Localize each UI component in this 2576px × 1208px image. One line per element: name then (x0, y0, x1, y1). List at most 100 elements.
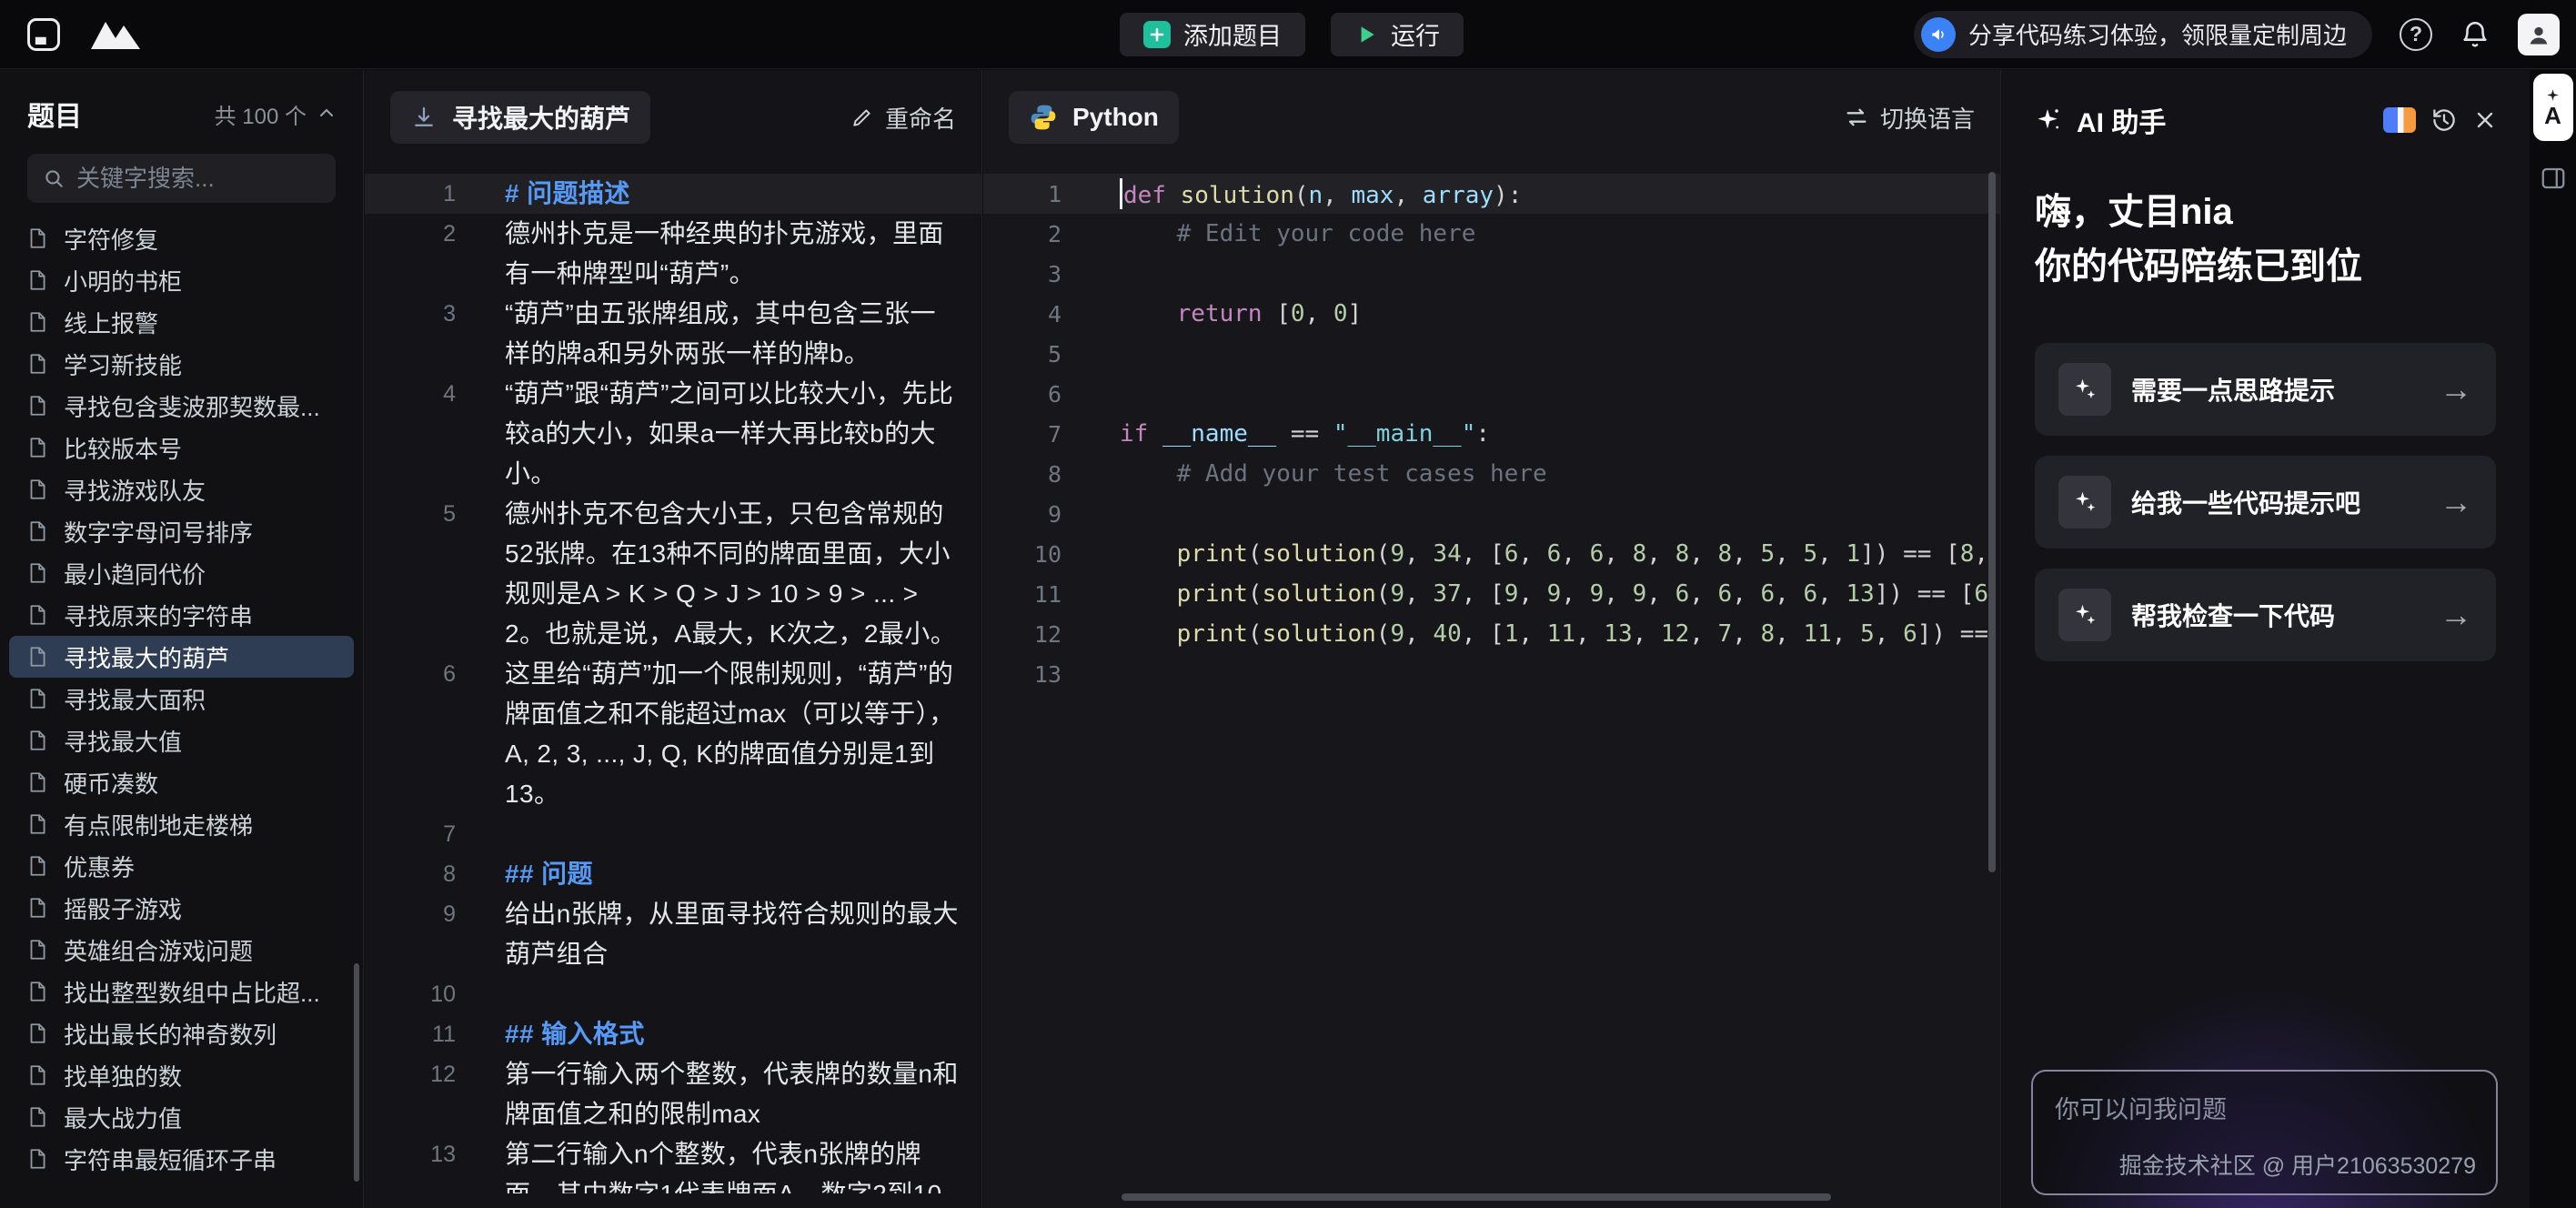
help-icon[interactable]: ? (2400, 18, 2432, 51)
line-number: 9 (983, 501, 1062, 528)
code-token: , (1518, 540, 1546, 568)
add-problem-button[interactable]: 添加题目 (1120, 13, 1305, 56)
code-line[interactable]: 2 # Edit your code here (983, 214, 2000, 254)
sidebar-item[interactable]: 找单独的数 (9, 1054, 354, 1096)
code-token (1120, 580, 1177, 608)
code-line[interactable]: 9 (983, 494, 2000, 534)
sidebar-item[interactable]: 字符串最短循环子串 (9, 1138, 354, 1180)
avatar[interactable] (2518, 14, 2560, 55)
sidebar-item[interactable]: 小明的书柜 (9, 259, 354, 301)
sidebar-item[interactable]: 比较版本号 (9, 427, 354, 468)
problem-line-text: 给出n张牌，从里面寻找符合规则的最大葫芦组合 (505, 894, 960, 974)
code-token: , (1394, 182, 1422, 209)
code-token: , (1689, 620, 1717, 648)
search-input[interactable] (76, 165, 364, 193)
language-pill[interactable]: Python (1009, 91, 1179, 144)
ai-assistant-tab[interactable]: A (2533, 74, 2573, 141)
problem-header: 寻找最大的葫芦 重命名 (365, 70, 981, 150)
code-token: 6 (1761, 580, 1776, 608)
run-button[interactable]: 运行 (1331, 13, 1464, 56)
sidebar-scrollbar[interactable] (354, 963, 359, 1182)
editor-vertical-scrollbar[interactable] (1988, 172, 1996, 872)
sidebar-item[interactable]: 寻找最大值 (9, 720, 354, 761)
editor-horizontal-scrollbar[interactable] (1122, 1193, 1831, 1201)
sidebar-item[interactable]: 寻找最大面积 (9, 678, 354, 720)
panel-toggle-icon[interactable] (2540, 165, 2567, 192)
app-logo-frame-icon[interactable] (24, 15, 64, 55)
code-token: , (1732, 620, 1760, 648)
document-icon (25, 603, 49, 627)
ai-input-box[interactable]: 掘金技术社区 @ 用户21063530279 (2031, 1070, 2498, 1195)
sidebar-item[interactable]: 寻找原来的字符串 (9, 594, 354, 636)
sidebar-item[interactable]: 字符修复 (9, 217, 354, 259)
rename-button[interactable]: 重命名 (850, 101, 956, 135)
sidebar-item[interactable]: 找出最长的神奇数列 (9, 1012, 354, 1054)
code-token: , (1832, 620, 1860, 648)
sidebar-item[interactable]: 寻找包含斐波那契数最... (9, 385, 354, 427)
problem-line: 13第二行输入n个整数，代表n张牌的牌面，其中数字1代表牌面A，数字2到10分别… (365, 1134, 981, 1193)
code-line[interactable]: 10 print(solution(9, 34, [6, 6, 6, 8, 8,… (983, 534, 2000, 574)
code-token: print (1177, 540, 1248, 568)
sidebar-item[interactable]: 摇骰子游戏 (9, 887, 354, 929)
sidebar-item[interactable]: 硬币凑数 (9, 761, 354, 803)
sidebar-item[interactable]: 寻找游戏队友 (9, 468, 354, 510)
code-token (1120, 220, 1177, 247)
code-content[interactable]: 1def solution(n, max, array):2 # Edit yo… (983, 150, 2000, 1193)
close-icon[interactable] (2472, 107, 2498, 133)
search-box[interactable] (27, 154, 336, 203)
code-token (1319, 420, 1333, 448)
sidebar-item[interactable]: 学习新技能 (9, 343, 354, 385)
document-icon (25, 980, 49, 1003)
sidebar-item[interactable]: 线上报警 (9, 301, 354, 343)
history-icon[interactable] (2430, 106, 2458, 134)
code-line[interactable]: 6 (983, 374, 2000, 414)
pencil-icon (850, 106, 874, 129)
code-token: 9 (1633, 580, 1647, 608)
line-number: 4 (365, 374, 456, 414)
code-line[interactable]: 5 (983, 334, 2000, 374)
code-line[interactable]: 13 (983, 654, 2000, 694)
sidebar-item-label: 寻找包含斐波那契数最... (64, 389, 320, 423)
notification-bell-icon[interactable] (2460, 19, 2490, 50)
code-line[interactable]: 7if __name__ == "__main__": (983, 414, 2000, 454)
sidebar-item[interactable]: 最小趋同代价 (9, 552, 354, 594)
sidebar-item[interactable]: 优惠券 (9, 845, 354, 887)
code-token: , (1561, 540, 1589, 568)
topbar-right: 分享代码练习体验，领限量定制周边 ? (1464, 11, 2563, 58)
code-token: 8 (1675, 540, 1690, 568)
code-line[interactable]: 1def solution(n, max, array): (983, 174, 2000, 214)
python-icon (1029, 103, 1058, 132)
ai-suggestion-card-hint[interactable]: 需要一点思路提示 → (2035, 343, 2496, 436)
brand-flag-icon[interactable] (2383, 107, 2416, 133)
line-number: 5 (983, 341, 1062, 367)
ai-question-input[interactable] (2033, 1072, 2496, 1137)
line-number: 7 (365, 814, 456, 854)
code-token: solution (1181, 182, 1294, 209)
code-line-text: return [0, 0] (1120, 300, 2000, 327)
code-token: , (1817, 580, 1846, 608)
code-token (1120, 540, 1177, 568)
sidebar-item[interactable]: 有点限制地走楼梯 (9, 803, 354, 845)
chevron-up-icon[interactable] (316, 103, 337, 125)
text-cursor (1120, 178, 1122, 209)
code-line[interactable]: 8 # Add your test cases here (983, 454, 2000, 494)
code-line[interactable]: 4 return [0, 0] (983, 294, 2000, 334)
sidebar-item[interactable]: 最大战力值 (9, 1096, 354, 1138)
code-line[interactable]: 11 print(solution(9, 37, [9, 9, 9, 9, 6,… (983, 574, 2000, 614)
sidebar-item[interactable]: 数字字母问号排序 (9, 510, 354, 552)
ai-suggestion-card-code-hint[interactable]: 给我一些代码提示吧 → (2035, 456, 2496, 549)
code-line[interactable]: 3 (983, 254, 2000, 294)
code-token: ( (1248, 580, 1263, 608)
sparkles-icon (2058, 363, 2111, 416)
sidebar-item[interactable]: 英雄组合游戏问题 (9, 929, 354, 971)
sidebar-item[interactable]: 找出整型数组中占比超... (9, 971, 354, 1012)
code-line[interactable]: 12 print(solution(9, 40, [1, 11, 13, 12,… (983, 614, 2000, 654)
share-banner[interactable]: 分享代码练习体验，领限量定制周边 (1914, 11, 2372, 58)
code-token (1120, 300, 1177, 327)
line-number: 3 (365, 294, 456, 334)
app-logo-mountain-icon[interactable] (89, 18, 142, 51)
ai-title: AI 助手 (2077, 100, 2166, 140)
sidebar-item[interactable]: 寻找最大的葫芦 (9, 636, 354, 678)
ai-suggestion-card-review[interactable]: 帮我检查一下代码 → (2035, 569, 2496, 661)
switch-language-button[interactable]: 切换语言 (1844, 101, 1975, 135)
